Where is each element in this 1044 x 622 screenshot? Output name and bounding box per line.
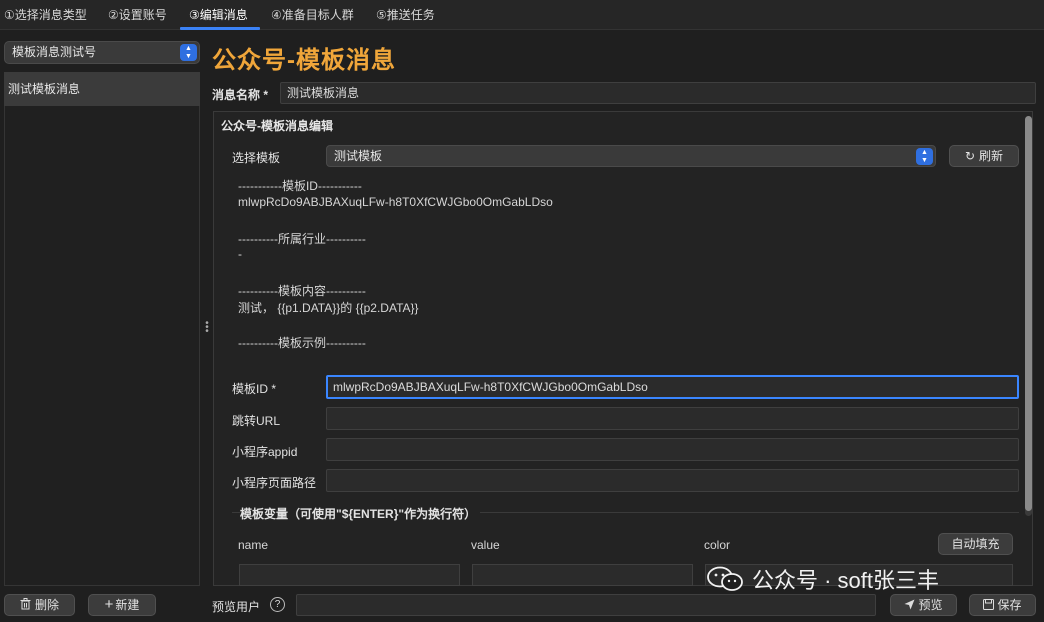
mini-path-input[interactable] — [326, 469, 1019, 492]
template-select[interactable]: 测试模板 ▲ ▼ — [326, 145, 936, 167]
template-select-value: 测试模板 — [334, 149, 383, 163]
refresh-icon: ↻ — [964, 149, 976, 163]
scrollbar-thumb[interactable] — [1025, 116, 1032, 511]
watermark-text: 公众号 · soft张三丰 — [752, 568, 940, 593]
var-name-input[interactable] — [239, 564, 460, 586]
save-button[interactable]: 保存 — [969, 594, 1036, 616]
message-list[interactable] — [4, 72, 200, 586]
tab-prepare-audience[interactable]: ④准备目标人群 — [271, 0, 354, 30]
trash-icon — [20, 596, 31, 616]
new-label: 新建 — [115, 598, 140, 612]
jump-url-label: 跳转URL — [232, 414, 281, 428]
account-select[interactable]: 模板消息测试号 ▲ ▼ — [4, 41, 200, 64]
plus-icon: + — [104, 596, 114, 613]
jump-url-input[interactable] — [326, 407, 1019, 430]
var-value-input[interactable] — [472, 564, 693, 586]
template-id-label: 模板ID * — [232, 382, 277, 396]
select-stepper-icon: ▲ ▼ — [180, 44, 197, 61]
message-name-label: 消息名称 * — [212, 88, 269, 102]
preview-button[interactable]: 预览 — [890, 594, 957, 616]
preview-user-input[interactable] — [296, 594, 876, 616]
template-id-input[interactable]: mlwpRcDo9ABJBAXuqLFw-h8T0XfCWJGbo0OmGabL… — [326, 375, 1019, 399]
preview-label: 预览 — [918, 598, 943, 612]
select-stepper-icon: ▲ ▼ — [916, 148, 933, 165]
mini-appid-label: 小程序appid — [232, 445, 298, 459]
template-id-text: mlwpRcDo9ABJBAXuqLFw-h8T0XfCWJGbo0OmGabL… — [238, 195, 553, 209]
save-icon — [983, 596, 995, 616]
autofill-button[interactable]: 自动填充 — [938, 533, 1013, 555]
template-vars-title: 模板变量（可使用"${ENTER}"作为换行符） — [240, 505, 481, 522]
save-label: 保存 — [997, 598, 1022, 612]
account-select-value: 模板消息测试号 — [12, 45, 97, 59]
column-header-name: name — [238, 538, 269, 552]
example-header: ----------模板示例---------- — [238, 336, 366, 350]
refresh-button[interactable]: ↻ 刷新 — [949, 145, 1019, 167]
preview-user-label: 预览用户 — [212, 600, 261, 614]
column-header-color: color — [704, 538, 731, 552]
refresh-label: 刷新 — [979, 149, 1004, 163]
tab-push-task[interactable]: ⑤推送任务 — [376, 0, 435, 30]
industry-header: ----------所属行业---------- — [238, 232, 366, 246]
group-title: 公众号-模板消息编辑 — [221, 119, 333, 133]
column-header-value: value — [471, 538, 500, 552]
splitter-handle[interactable]: • • • — [204, 319, 210, 337]
new-button[interactable]: + 新建 — [88, 594, 156, 616]
content-text: 测试， {{p1.DATA}}的 {{p2.DATA}} — [238, 301, 419, 315]
message-name-input[interactable]: 测试模板消息 — [280, 82, 1036, 104]
delete-button[interactable]: 删除 — [4, 594, 75, 616]
template-id-header: -----------模板ID----------- — [238, 179, 362, 193]
mini-appid-input[interactable] — [326, 438, 1019, 461]
industry-text: - — [238, 247, 242, 261]
select-template-label: 选择模板 — [232, 151, 281, 165]
tab-edit-message[interactable]: ③编辑消息 — [189, 0, 248, 30]
page-title: 公众号-模板消息 — [212, 47, 396, 74]
content-header: ----------模板内容---------- — [238, 284, 366, 298]
tab-select-message-type[interactable]: ①选择消息类型 — [4, 0, 87, 30]
delete-label: 删除 — [34, 598, 59, 612]
send-icon — [904, 596, 915, 616]
list-item-label: 测试模板消息 — [8, 82, 81, 96]
help-icon[interactable]: ? — [270, 597, 285, 612]
active-tab-indicator — [180, 27, 260, 30]
mini-path-label: 小程序页面路径 — [232, 476, 317, 490]
tab-set-account[interactable]: ②设置账号 — [108, 0, 167, 30]
list-item[interactable]: 测试模板消息 — [4, 72, 200, 106]
wechat-icon — [706, 566, 746, 592]
